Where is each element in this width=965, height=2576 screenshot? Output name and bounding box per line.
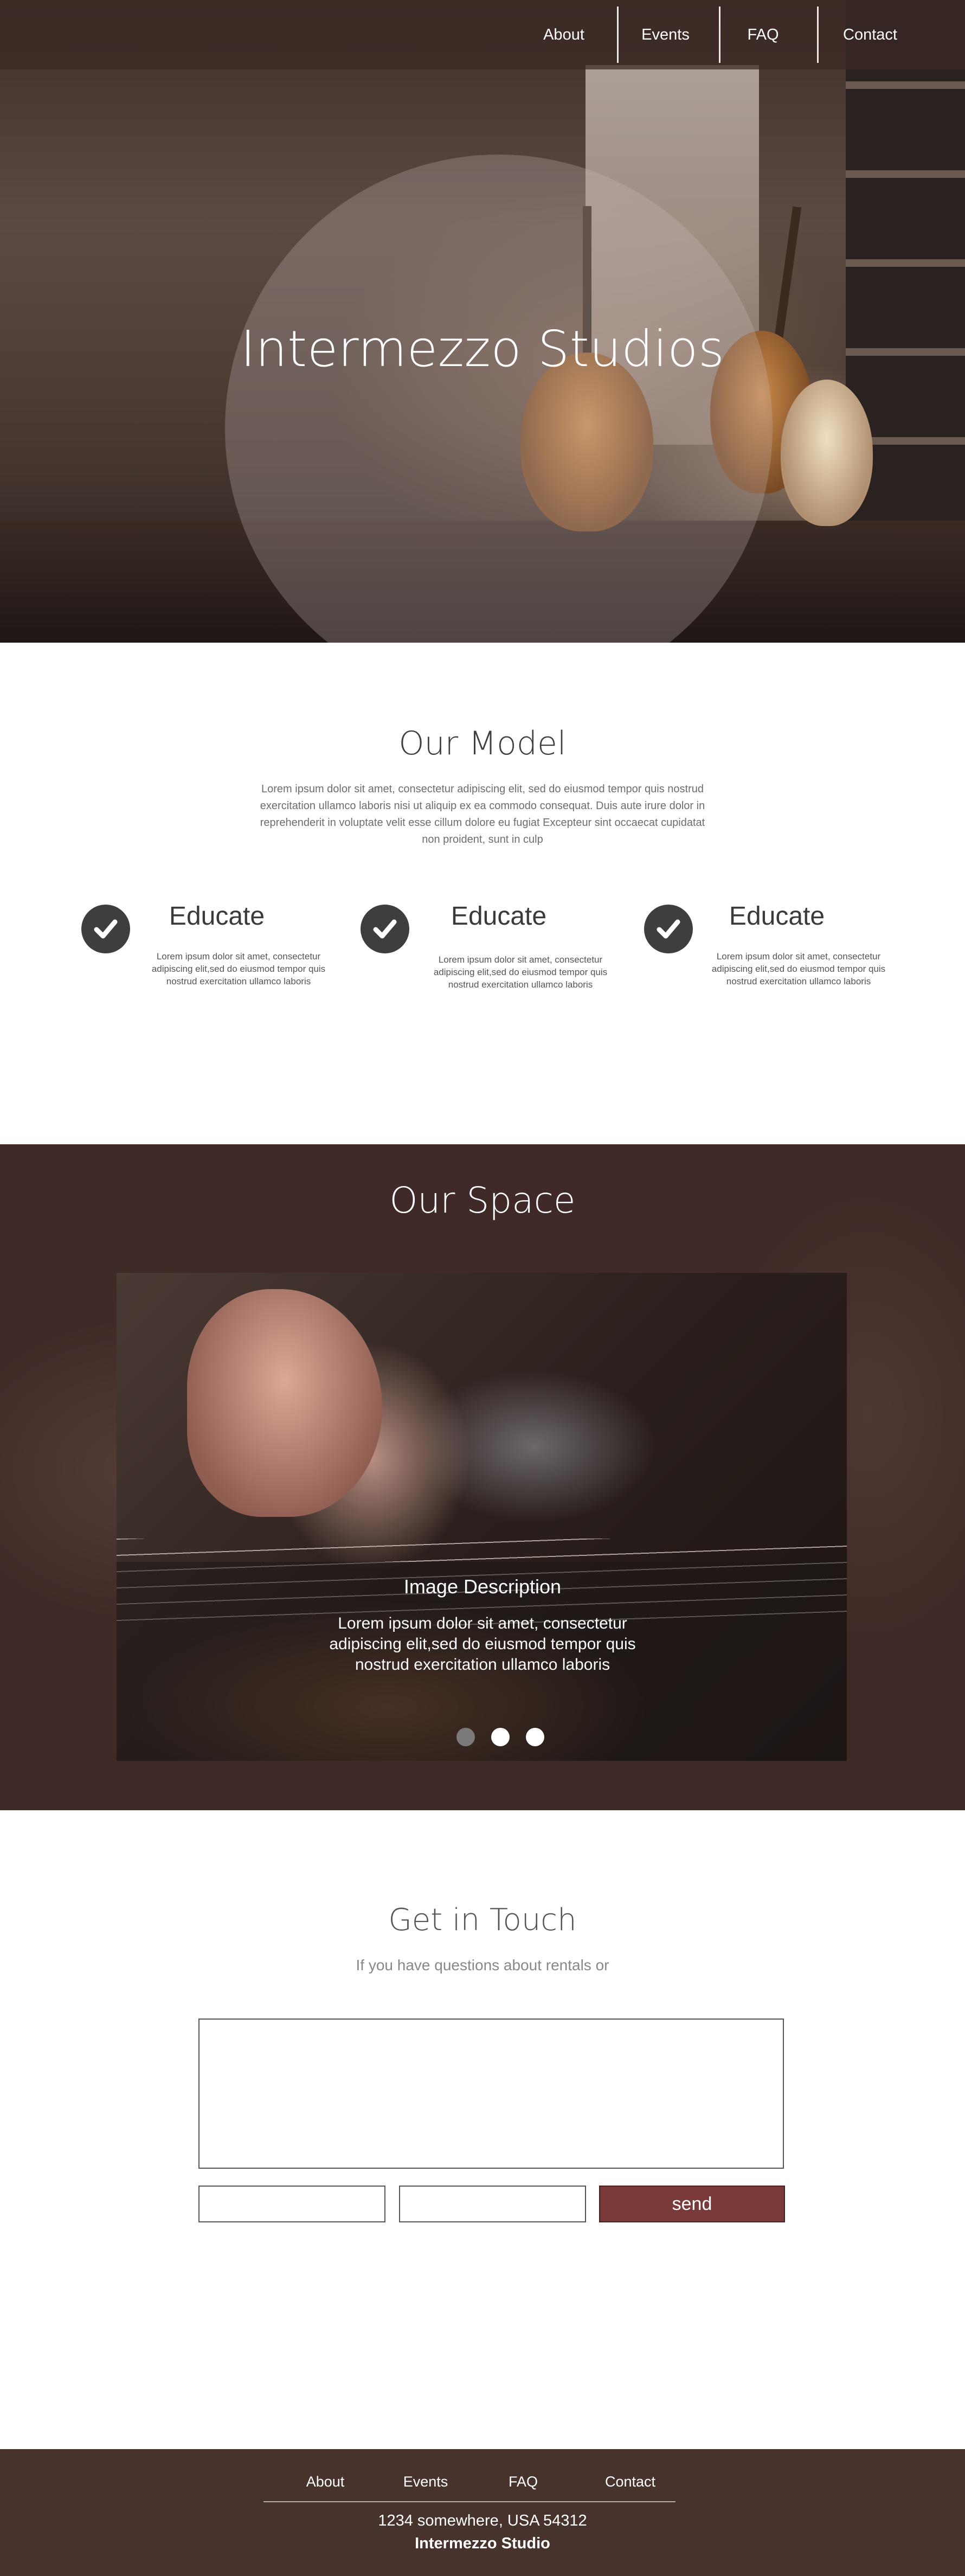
- footer-nav-faq[interactable]: FAQ: [499, 2471, 548, 2492]
- model-title: Our Model: [398, 725, 567, 762]
- feature-title: Educate: [451, 902, 547, 931]
- feature-text: Lorem ipsum dolor sit amet, consectetur …: [711, 951, 886, 986]
- feature-text: Lorem ipsum dolor sit amet, consectetur …: [433, 954, 608, 990]
- contact-field-1[interactable]: [198, 2186, 385, 2222]
- feature-title: Educate: [169, 902, 265, 931]
- nav-divider: [617, 7, 619, 63]
- hero-title: Intermezzo Studios: [240, 320, 725, 378]
- carousel-dot-1[interactable]: [456, 1728, 475, 1746]
- footer-nav-about[interactable]: About: [293, 2471, 358, 2492]
- feature-card: Educate Lorem ipsum dolor sit amet, cons…: [361, 901, 632, 1010]
- message-textarea[interactable]: [198, 2018, 784, 2169]
- footer-nav-contact[interactable]: Contact: [594, 2471, 667, 2492]
- model-description: Lorem ipsum dolor sit amet, consectetur …: [260, 783, 705, 845]
- electric-guitar-image: [781, 380, 873, 526]
- carousel-dot-3[interactable]: [526, 1728, 544, 1746]
- feature-card: Educate Lorem ipsum dolor sit amet, cons…: [644, 901, 915, 1010]
- space-title: Our Space: [389, 1180, 576, 1221]
- feature-text: Lorem ipsum dolor sit amet, consectetur …: [151, 951, 326, 986]
- hero-banner: Intermezzo Studios: [0, 0, 965, 643]
- send-button[interactable]: send: [599, 2186, 785, 2222]
- slide-caption-title: Image Description: [403, 1575, 562, 1598]
- contact-field-2[interactable]: [399, 2186, 586, 2222]
- nav-events[interactable]: Events: [634, 0, 697, 69]
- check-circle-icon: [644, 905, 693, 953]
- carousel-dot-2[interactable]: [491, 1728, 510, 1746]
- check-circle-icon: [361, 905, 409, 953]
- contact-title: Get in Touch: [388, 1902, 577, 1938]
- footer-studio-name: Intermezzo Studio: [415, 2535, 550, 2552]
- nav-faq[interactable]: FAQ: [740, 0, 786, 69]
- feature-title: Educate: [729, 902, 825, 931]
- nav-about[interactable]: About: [534, 0, 594, 69]
- footer-address: 1234 somewhere, USA 54312: [378, 2512, 587, 2529]
- slide-hand-image: [187, 1289, 382, 1517]
- nav-divider: [817, 7, 819, 63]
- nav-contact[interactable]: Contact: [838, 0, 903, 69]
- footer-nav-events[interactable]: Events: [390, 2471, 461, 2492]
- feature-card: Educate Lorem ipsum dolor sit amet, cons…: [81, 901, 352, 1010]
- top-nav: About Events FAQ Contact: [0, 0, 965, 69]
- contact-subtitle: If you have questions about rentals or: [356, 1957, 609, 1973]
- nav-divider: [719, 7, 720, 63]
- footer-divider: [263, 2501, 676, 2502]
- check-circle-icon: [81, 905, 130, 953]
- slide-caption-text: Lorem ipsum dolor sit amet, consectetur …: [329, 1614, 636, 1674]
